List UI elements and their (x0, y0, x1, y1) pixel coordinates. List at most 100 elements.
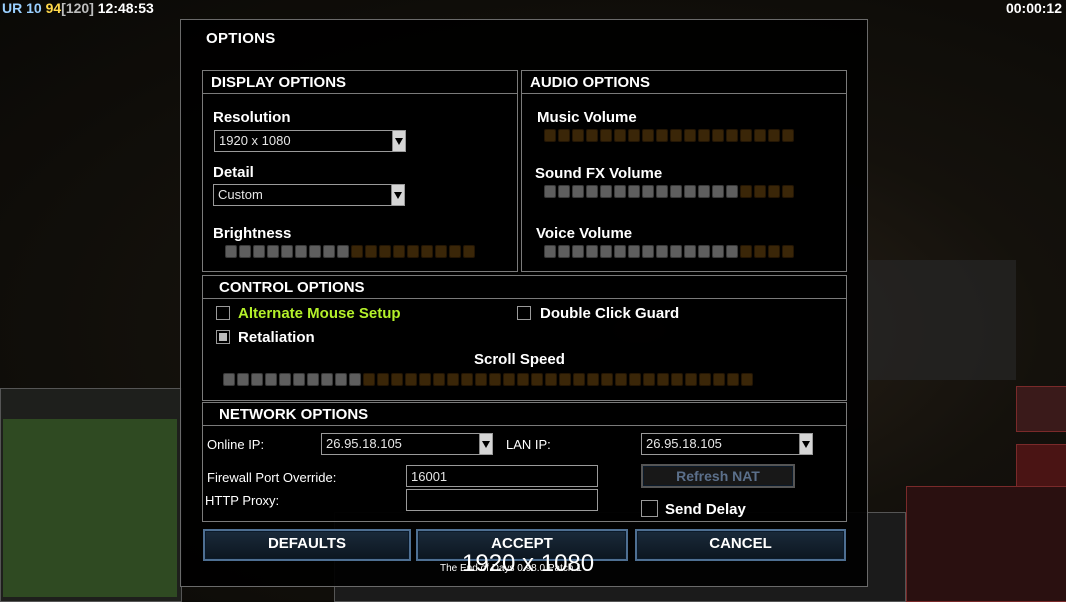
chevron-down-icon[interactable] (392, 131, 405, 151)
slider-segment[interactable] (642, 185, 654, 198)
slider-segment[interactable] (573, 373, 585, 386)
slider-segment[interactable] (628, 129, 640, 142)
slider-segment[interactable] (670, 129, 682, 142)
slider-segment[interactable] (461, 373, 473, 386)
slider-segment[interactable] (768, 129, 780, 142)
online-ip-dropdown[interactable]: 26.95.18.105 (321, 433, 493, 455)
slider-segment[interactable] (379, 245, 391, 258)
slider-segment[interactable] (656, 245, 668, 258)
slider-segment[interactable] (712, 185, 724, 198)
slider-segment[interactable] (726, 129, 738, 142)
retaliation-label[interactable]: Retaliation (238, 329, 315, 346)
slider-segment[interactable] (433, 373, 445, 386)
slider-segment[interactable] (393, 245, 405, 258)
retaliation-checkbox[interactable] (216, 330, 230, 344)
slider-segment[interactable] (782, 129, 794, 142)
slider-segment[interactable] (712, 129, 724, 142)
slider-segment[interactable] (754, 185, 766, 198)
slider-segment[interactable] (684, 245, 696, 258)
slider-segment[interactable] (223, 373, 235, 386)
slider-segment[interactable] (572, 185, 584, 198)
slider-segment[interactable] (754, 129, 766, 142)
chevron-down-icon[interactable] (799, 434, 812, 454)
slider-segment[interactable] (642, 245, 654, 258)
slider-segment[interactable] (463, 245, 475, 258)
slider-segment[interactable] (475, 373, 487, 386)
slider-segment[interactable] (656, 129, 668, 142)
scroll-speed-slider[interactable] (223, 373, 753, 386)
slider-segment[interactable] (713, 373, 725, 386)
slider-segment[interactable] (671, 373, 683, 386)
detail-dropdown[interactable]: Custom (213, 184, 405, 206)
slider-segment[interactable] (643, 373, 655, 386)
refresh-nat-button[interactable]: Refresh NAT (641, 464, 795, 488)
slider-segment[interactable] (614, 129, 626, 142)
chevron-down-icon[interactable] (391, 185, 404, 205)
slider-segment[interactable] (601, 373, 613, 386)
send-delay-checkbox[interactable] (641, 500, 658, 517)
slider-segment[interactable] (740, 245, 752, 258)
slider-segment[interactable] (531, 373, 543, 386)
slider-segment[interactable] (600, 129, 612, 142)
slider-segment[interactable] (614, 185, 626, 198)
slider-segment[interactable] (684, 129, 696, 142)
slider-segment[interactable] (768, 245, 780, 258)
slider-segment[interactable] (391, 373, 403, 386)
slider-segment[interactable] (279, 373, 291, 386)
slider-segment[interactable] (586, 129, 598, 142)
cancel-button[interactable]: CANCEL (635, 529, 846, 561)
brightness-slider[interactable] (225, 245, 475, 258)
chevron-down-icon[interactable] (479, 434, 492, 454)
slider-segment[interactable] (768, 185, 780, 198)
slider-segment[interactable] (544, 245, 556, 258)
slider-segment[interactable] (586, 245, 598, 258)
alt-mouse-checkbox[interactable] (216, 306, 230, 320)
slider-segment[interactable] (421, 245, 433, 258)
slider-segment[interactable] (419, 373, 431, 386)
slider-segment[interactable] (698, 245, 710, 258)
slider-segment[interactable] (615, 373, 627, 386)
slider-segment[interactable] (782, 245, 794, 258)
slider-segment[interactable] (365, 245, 377, 258)
slider-segment[interactable] (685, 373, 697, 386)
firewall-port-input[interactable]: 16001 (406, 465, 598, 487)
slider-segment[interactable] (712, 245, 724, 258)
slider-segment[interactable] (698, 129, 710, 142)
slider-segment[interactable] (600, 245, 612, 258)
slider-segment[interactable] (503, 373, 515, 386)
slider-segment[interactable] (572, 245, 584, 258)
slider-segment[interactable] (726, 245, 738, 258)
slider-segment[interactable] (698, 185, 710, 198)
slider-segment[interactable] (754, 245, 766, 258)
slider-segment[interactable] (239, 245, 251, 258)
slider-segment[interactable] (449, 245, 461, 258)
slider-segment[interactable] (544, 129, 556, 142)
double-click-label[interactable]: Double Click Guard (540, 305, 679, 322)
slider-segment[interactable] (558, 185, 570, 198)
resolution-dropdown[interactable]: 1920 x 1080 (214, 130, 406, 152)
slider-segment[interactable] (237, 373, 249, 386)
slider-segment[interactable] (726, 185, 738, 198)
slider-segment[interactable] (307, 373, 319, 386)
slider-segment[interactable] (614, 245, 626, 258)
alt-mouse-label[interactable]: Alternate Mouse Setup (238, 305, 401, 322)
slider-segment[interactable] (559, 373, 571, 386)
slider-segment[interactable] (321, 373, 333, 386)
send-delay-label[interactable]: Send Delay (665, 501, 746, 518)
slider-segment[interactable] (351, 245, 363, 258)
slider-segment[interactable] (558, 245, 570, 258)
slider-segment[interactable] (642, 129, 654, 142)
slider-segment[interactable] (628, 185, 640, 198)
slider-segment[interactable] (265, 373, 277, 386)
slider-segment[interactable] (656, 185, 668, 198)
slider-segment[interactable] (447, 373, 459, 386)
minimap[interactable] (3, 419, 177, 597)
slider-segment[interactable] (740, 185, 752, 198)
slider-segment[interactable] (435, 245, 447, 258)
slider-segment[interactable] (572, 129, 584, 142)
defaults-button[interactable]: DEFAULTS (203, 529, 411, 561)
slider-segment[interactable] (629, 373, 641, 386)
slider-segment[interactable] (281, 245, 293, 258)
voice-volume-slider[interactable] (544, 245, 794, 258)
slider-segment[interactable] (363, 373, 375, 386)
